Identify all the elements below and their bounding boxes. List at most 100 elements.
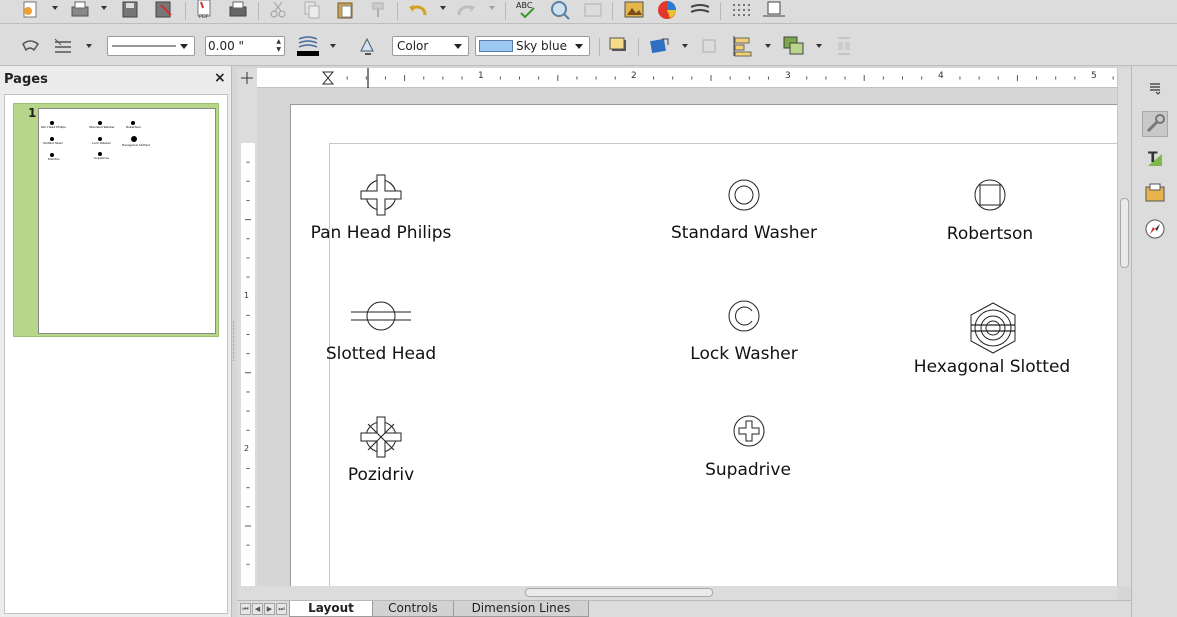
ruler-number: 2 [631,71,637,81]
transform-dropdown-icon[interactable] [682,44,688,48]
shape-label[interactable]: Pozidriv [348,465,414,485]
area-icon[interactable] [354,34,380,58]
indent-marker-icon[interactable] [321,71,335,85]
pan-head-philips-icon[interactable] [360,174,402,216]
slotted-head-icon[interactable] [350,300,412,332]
sidebar-menu-icon[interactable] [1142,74,1168,100]
ruler-number: 3 [785,71,791,81]
horizontal-scrollbar[interactable] [237,586,1117,600]
arrange-icon[interactable] [780,34,808,58]
shadow-icon[interactable] [606,35,632,57]
shape-label[interactable]: Slotted Head [326,344,436,364]
last-tab-icon[interactable]: ⏭ [276,603,287,615]
line-style-dropdown-icon[interactable] [86,44,92,48]
page-thumbnail-item[interactable]: 1 Pan Head Philips Standard Washer Rober… [13,103,219,337]
crop-icon[interactable] [697,35,721,57]
horizontal-scrollbar-thumb[interactable] [525,588,713,597]
ruler-origin[interactable] [237,68,257,88]
thumb-label: Pozidriv [48,157,60,161]
page-number: 1 [28,106,37,120]
separator [505,2,506,20]
svg-text:PDF: PDF [199,14,209,20]
transform-icon[interactable] [646,34,674,58]
image-icon[interactable] [621,0,647,20]
first-tab-icon[interactable]: ⏮ [240,603,251,615]
vertical-scrollbar-thumb[interactable] [1120,198,1129,268]
tab-layout[interactable]: Layout [289,601,373,617]
drawing-canvas[interactable]: Pan Head Philips Standard Washer Roberts… [257,89,1117,586]
thumb-label: Robertson [126,125,142,129]
line-style-select[interactable] [107,36,195,56]
standard-washer-icon[interactable] [727,178,761,212]
gallery-icon[interactable] [1142,180,1168,206]
next-tab-icon[interactable]: ▶ [264,603,275,615]
grid-icon[interactable] [728,0,754,20]
pages-list[interactable]: 1 Pan Head Philips Standard Washer Rober… [4,94,228,614]
copy-icon[interactable] [300,0,324,20]
new-dropdown-icon[interactable] [52,6,58,10]
align-dropdown-icon[interactable] [765,44,771,48]
templates-icon[interactable] [67,0,93,20]
vertical-ruler[interactable]: 1 2 [237,88,257,586]
zoom-pan-icon[interactable] [580,0,606,20]
shape-label[interactable]: Lock Washer [690,344,797,364]
tab-dimension-lines[interactable]: Dimension Lines [453,601,589,617]
styles-icon[interactable]: T [1142,146,1168,172]
lock-washer-icon[interactable] [727,299,761,333]
line-color-dropdown-icon[interactable] [330,44,336,48]
pozidriv-icon[interactable] [360,416,402,458]
export-pdf-icon[interactable]: PDF [192,0,216,20]
chart-icon[interactable] [654,0,680,20]
distribute-icon[interactable] [832,35,856,57]
spin-arrows-icon[interactable]: ▲ ▼ [276,38,281,54]
robertson-icon[interactable] [973,178,1007,212]
vertical-scrollbar[interactable] [1117,68,1131,586]
redo-icon[interactable] [452,0,480,20]
templates-dropdown-icon[interactable] [101,6,107,10]
shape-label[interactable]: Standard Washer [671,223,817,243]
save-icon[interactable] [118,0,142,20]
fontwork-icon[interactable] [687,0,713,20]
close-icon[interactable]: × [214,70,226,86]
paste-icon[interactable] [333,0,357,20]
line-color-icon[interactable] [294,34,322,58]
pages-panel: Pages × 1 Pan Head Philips Standard Wash… [0,66,232,617]
ruler-number: 4 [938,71,944,81]
hexagonal-slotted-icon[interactable] [968,301,1018,355]
separator [397,2,398,20]
svg-text:T: T [1148,150,1158,166]
line-and-filling-toolbar: 0.00 " ▲ ▼ Color Sky blue [0,24,1177,66]
helplines-icon[interactable] [761,0,787,20]
undo-icon[interactable] [404,0,432,20]
line-width-spinbox[interactable]: 0.00 " ▲ ▼ [205,36,285,56]
tab-controls[interactable]: Controls [372,601,454,617]
zoom-icon[interactable] [547,0,573,20]
shape-label[interactable]: Robertson [947,224,1033,244]
arrange-dropdown-icon[interactable] [816,44,822,48]
redo-dropdown-icon[interactable] [489,6,495,10]
clone-formatting-icon[interactable] [366,0,390,20]
fill-color-select[interactable]: Sky blue [475,36,590,56]
shape-label[interactable]: Hexagonal Slotted [914,357,1070,377]
new-icon[interactable] [18,0,42,20]
line-style-icon[interactable] [51,35,75,57]
shape-label[interactable]: Pan Head Philips [311,223,452,243]
select-icon[interactable] [19,35,43,57]
shape-label[interactable]: Supadrive [705,460,791,480]
supadrive-icon[interactable] [732,414,766,448]
spellcheck-icon[interactable]: ABC [514,0,540,20]
print-icon[interactable] [225,0,251,20]
align-icon[interactable] [729,35,755,57]
undo-dropdown-icon[interactable] [440,6,446,10]
navigator-icon[interactable] [1142,216,1168,242]
properties-icon[interactable] [1142,111,1168,137]
previous-tab-icon[interactable]: ◀ [252,603,263,615]
horizontal-ruler[interactable]: 1 2 3 4 5 [257,68,1117,88]
thumb-label: Pan Head Philips [41,125,66,129]
separator [258,2,259,20]
area-style-select[interactable]: Color [392,36,469,56]
save-as-icon[interactable] [151,0,177,20]
area-style-value: Color [397,39,429,53]
cut-icon[interactable] [266,0,290,20]
sidebar-tabbar: T [1131,66,1177,617]
